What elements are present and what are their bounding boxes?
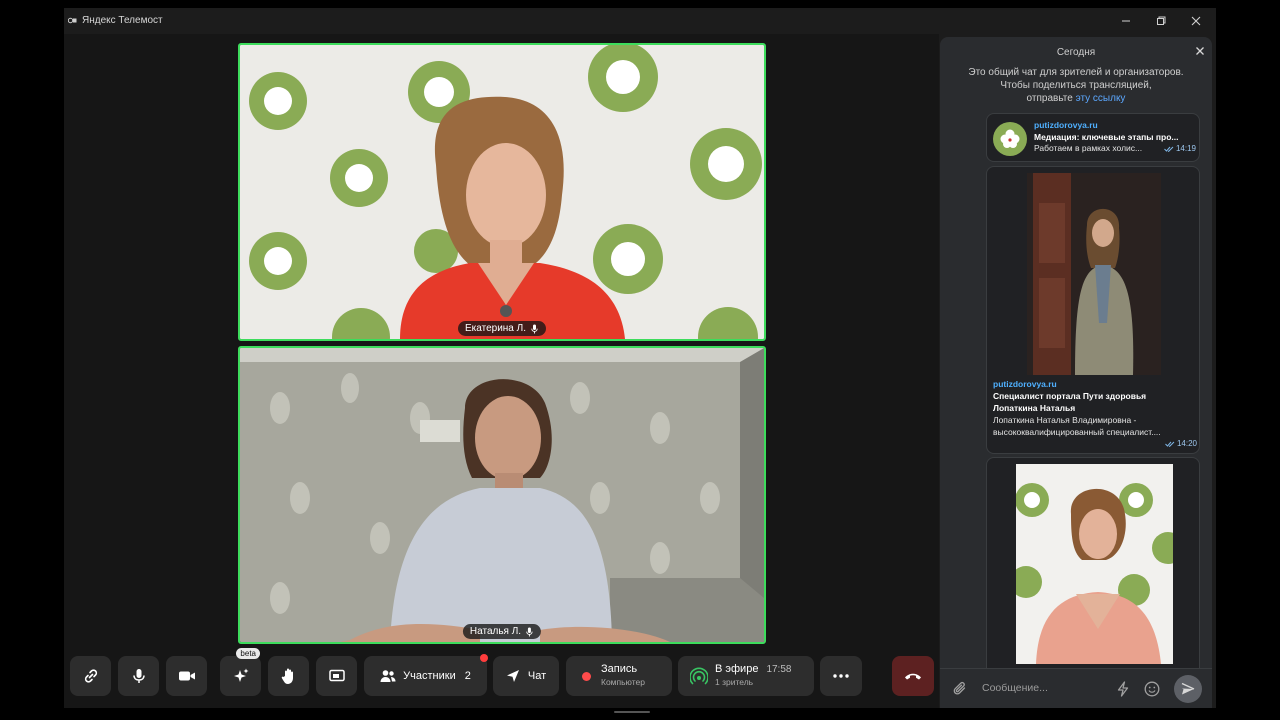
camera-icon: [178, 671, 195, 681]
chat-label: Чат: [527, 670, 547, 682]
message-title: Лопаткина Наталья: [993, 403, 1076, 413]
video-stage: Екатерина Л. Наталья Л.: [64, 34, 939, 708]
more-icon: [833, 674, 849, 678]
live-duration: 17:58: [766, 664, 792, 675]
beta-badge: beta: [236, 648, 260, 659]
scroll-indicator: [614, 711, 650, 713]
message-time: 14:20: [1176, 439, 1197, 448]
message-input[interactable]: Сообщение...: [982, 682, 1048, 694]
chat-date-header: Сегодня: [1056, 47, 1096, 58]
message-text: Лопаткина Наталья Владимировна -: [993, 415, 1137, 425]
viewers-count: 1 зритель: [715, 677, 754, 687]
hang-up-icon: [905, 673, 921, 680]
raise-hand-button[interactable]: [268, 656, 309, 696]
camera-button[interactable]: [166, 656, 207, 696]
chat-info: Это общий чат для зрителей и организатор…: [952, 66, 1200, 105]
titlebar: Яндекс Телемост: [64, 8, 1216, 34]
message-photo: [1027, 173, 1161, 375]
participant-name: Наталья Л.: [469, 626, 522, 637]
send-icon: [1181, 682, 1195, 695]
copy-link-button[interactable]: [70, 656, 111, 696]
message-title: Специалист портала Пути здоровья: [993, 391, 1147, 401]
screen-share-button[interactable]: [316, 656, 357, 696]
double-check-icon: [1165, 441, 1175, 447]
close-chat-icon[interactable]: [1194, 45, 1206, 57]
name-tag: Наталья Л.: [462, 624, 542, 639]
restore-button[interactable]: [1147, 12, 1175, 30]
send-button[interactable]: [1174, 675, 1202, 703]
chat-info-line-1: Это общий чат для зрителей и организатор…: [968, 67, 1184, 78]
double-check-icon: [1164, 146, 1174, 152]
close-icon: [1191, 16, 1201, 26]
participant-name: Екатерина Л.: [465, 323, 526, 334]
emoji-button[interactable]: [1144, 681, 1160, 697]
message-site[interactable]: putizdorovya.ru: [1034, 120, 1196, 132]
people-icon: [380, 670, 396, 682]
notification-dot: [480, 654, 488, 662]
app-title: Яндекс Телемост: [82, 15, 163, 26]
record-button[interactable]: Запись Компьютер: [566, 656, 672, 696]
quick-actions-button[interactable]: [1115, 681, 1131, 697]
telemost-window: Яндекс Телемост Екатерина Л. Наталья Л. …: [64, 8, 1216, 713]
message-site[interactable]: putizdorovya.ru: [993, 378, 1197, 390]
record-label: Запись: [601, 663, 638, 675]
call-toolbar: beta Участники 2 Чат Запись Компьютер В …: [64, 648, 939, 696]
app-logo-icon: [68, 17, 77, 24]
mic-icon: [531, 324, 538, 333]
link-icon: [84, 669, 97, 683]
participants-button[interactable]: Участники 2: [364, 656, 487, 696]
chat-panel: Сегодня Это общий чат для зрителей и орг…: [940, 37, 1212, 708]
participant-tile-ekaterina[interactable]: Екатерина Л.: [238, 43, 766, 341]
record-dot-icon: [582, 671, 591, 681]
participant-video-1: [240, 45, 764, 339]
message-title: Медиация: ключевые этапы про...: [1034, 131, 1179, 142]
participant-tile-natalya[interactable]: Наталья Л.: [238, 346, 766, 644]
minimize-icon: [1122, 20, 1130, 22]
participant-video-2: [240, 348, 764, 642]
participants-label: Участники: [403, 670, 456, 682]
chat-info-line-2: Чтобы поделиться трансляцией,: [1000, 80, 1152, 91]
ai-assistant-button[interactable]: beta: [220, 648, 261, 696]
minimize-button[interactable]: [1112, 12, 1140, 30]
mic-icon: [526, 627, 533, 636]
live-stream-button[interactable]: В эфире 17:58 1 зритель: [678, 656, 814, 696]
name-tag: Екатерина Л.: [458, 321, 546, 336]
chat-input-bar: Сообщение...: [940, 668, 1212, 708]
screen-share-icon: [328, 669, 345, 682]
chat-button[interactable]: Чат: [493, 656, 559, 696]
live-label: В эфире: [715, 663, 759, 675]
message-photo: [1016, 464, 1173, 664]
participants-count: 2: [464, 670, 471, 682]
more-options-button[interactable]: [820, 656, 862, 696]
message-text: Работаем в рамках холис...: [1034, 143, 1143, 153]
message-time: 14:19: [1175, 144, 1196, 153]
lightning-icon: [1117, 681, 1129, 697]
message-text: высококвалифицированный специалист....: [993, 427, 1161, 437]
hang-up-button[interactable]: [892, 656, 934, 696]
paperclip-icon: [953, 681, 966, 695]
send-arrow-icon: [506, 670, 519, 682]
sparkles-icon: [233, 668, 248, 682]
flower-logo-icon: [1000, 129, 1020, 148]
hand-icon: [281, 668, 293, 684]
microphone-icon: [132, 669, 145, 683]
chat-info-prefix: отправьте: [1026, 93, 1073, 104]
restore-icon: [1157, 16, 1166, 25]
chat-message[interactable]: putizdorovya.ru Специалист портала Пути …: [986, 166, 1200, 454]
record-sub-label: Компьютер: [601, 677, 645, 687]
chat-message[interactable]: putizdorovya.ru Медиация: ключевые этапы…: [986, 113, 1200, 162]
share-link[interactable]: эту ссылку: [1076, 93, 1126, 104]
site-logo: [993, 122, 1027, 156]
close-window-button[interactable]: [1182, 12, 1210, 30]
broadcast-icon: [690, 667, 708, 685]
microphone-button[interactable]: [118, 656, 159, 696]
attach-button[interactable]: [952, 681, 968, 697]
smile-icon: [1144, 681, 1160, 697]
